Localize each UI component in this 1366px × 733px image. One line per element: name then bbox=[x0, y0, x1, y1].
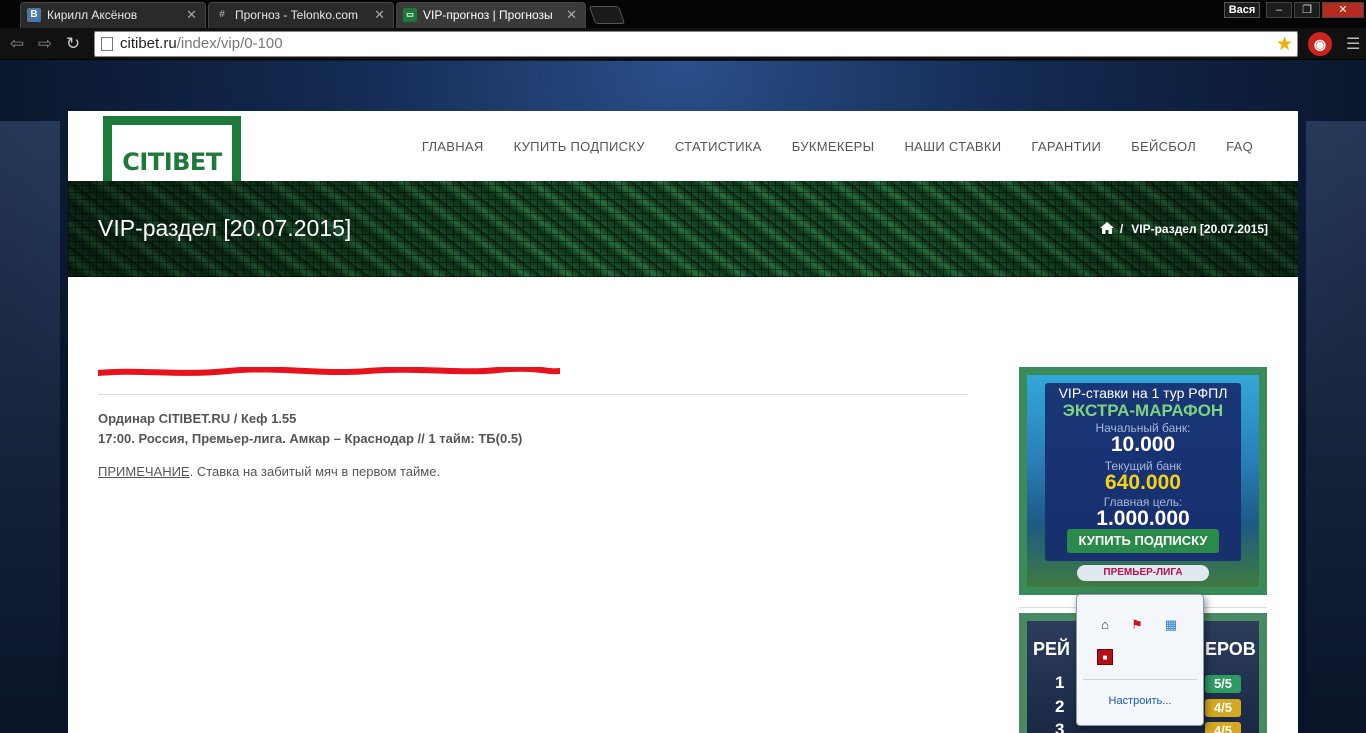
vk-icon: В bbox=[27, 8, 41, 22]
close-tab-icon[interactable]: ✕ bbox=[186, 3, 197, 27]
rating-rank: 2 bbox=[1055, 697, 1065, 716]
new-tab-button[interactable] bbox=[588, 6, 626, 24]
tab-citibet[interactable]: ▭ VIP-прогноз | Прогнозы ✕ bbox=[396, 2, 586, 28]
ad-start-value: 10.000 bbox=[1110, 433, 1176, 456]
restore-icon[interactable]: ❐ bbox=[1294, 2, 1320, 18]
sidebar-ad-marathon[interactable]: VIP-ставки на 1 тур РФПЛ ЭКСТРА-МАРАФОН … bbox=[1019, 367, 1267, 595]
rating-score: 5/5 bbox=[1205, 675, 1241, 693]
rating-head-left: РЕЙ bbox=[1033, 639, 1070, 659]
ad-goal-value: 1.000.000 bbox=[1096, 507, 1190, 530]
back-icon[interactable]: ⇦ bbox=[6, 33, 28, 55]
address-bar[interactable]: citibet.ru/index/vip/0-100 ★ bbox=[94, 31, 1298, 57]
close-tab-icon[interactable]: ✕ bbox=[374, 3, 385, 27]
address-url: citibet.ru/index/vip/0-100 bbox=[120, 35, 283, 52]
app-tray-icon[interactable]: ■ bbox=[1097, 649, 1113, 665]
tab-title: Кирилл Аксёнов bbox=[47, 8, 138, 22]
close-window-icon[interactable]: ✕ bbox=[1322, 2, 1364, 18]
hash-icon: # bbox=[219, 9, 225, 20]
flag-error-icon[interactable]: ⚑ bbox=[1129, 617, 1145, 633]
page-icon bbox=[101, 37, 113, 51]
match-line: 17:00. Россия, Премьер-лига. Амкар – Кра… bbox=[98, 431, 523, 446]
tab-title: VIP-прогноз | Прогнозы bbox=[423, 8, 553, 22]
divider bbox=[98, 394, 968, 395]
profile-button[interactable]: Вася bbox=[1224, 2, 1260, 18]
tab-telonko[interactable]: # Прогноз - Telonko.com ✕ bbox=[208, 2, 394, 28]
customize-link[interactable]: Настроить... bbox=[1077, 695, 1203, 707]
bookmark-star-icon[interactable]: ★ bbox=[1276, 33, 1293, 56]
note-text: . Ставка на забитый мяч в первом тайме. bbox=[189, 464, 441, 479]
redacted-scribble bbox=[98, 367, 560, 376]
network-icon[interactable]: ▦ bbox=[1163, 617, 1179, 633]
ad-current-value: 640.000 bbox=[1105, 471, 1181, 494]
adblock-extension-icon[interactable]: ◉ bbox=[1308, 32, 1332, 56]
minimize-icon[interactable]: – bbox=[1266, 2, 1292, 18]
close-tab-icon[interactable]: ✕ bbox=[566, 3, 577, 27]
browser-toolbar: ⇦ ⇨ ↻ citibet.ru/index/vip/0-100 ★ ◉ ☰ bbox=[0, 28, 1366, 60]
browser-tab-bar: В Кирилл Аксёнов ✕ # Прогноз - Telonko.c… bbox=[0, 0, 1366, 28]
bet-type: Ординар CITIBET.RU / Кеф 1.55 bbox=[98, 411, 297, 426]
ad-subtitle: ЭКСТРА-МАРАФОН bbox=[1062, 401, 1224, 420]
rating-head-right: ЕРОВ bbox=[1205, 639, 1256, 659]
forward-icon[interactable]: ⇨ bbox=[34, 33, 56, 55]
ad-buy-button[interactable]: КУПИТЬ ПОДПИСКУ bbox=[1067, 529, 1219, 553]
home-tray-icon[interactable]: ⌂ bbox=[1097, 617, 1113, 633]
tray-separator bbox=[1083, 679, 1197, 680]
tab-vk[interactable]: В Кирилл Аксёнов ✕ bbox=[20, 2, 206, 28]
menu-icon[interactable]: ☰ bbox=[1346, 34, 1360, 54]
citibet-icon: ▭ bbox=[403, 8, 417, 22]
note-label: ПРИМЕЧАНИЕ bbox=[98, 464, 190, 479]
tray-overflow-popup: ⌂ ⚑ ▦ ■ Настроить... bbox=[1076, 594, 1204, 726]
tab-title: Прогноз - Telonko.com bbox=[235, 8, 359, 22]
note: ПРИМЕЧАНИЕ. Ставка на забитый мяч в перв… bbox=[98, 464, 440, 479]
reload-icon[interactable]: ↻ bbox=[62, 33, 84, 55]
ad-headline: VIP-ставки на 1 тур РФПЛ bbox=[1058, 385, 1228, 401]
rating-rank: 3 bbox=[1055, 720, 1065, 733]
ad-league-badge: ПРЕМЬЕР-ЛИГА bbox=[1077, 565, 1209, 581]
rating-score: 4/5 bbox=[1205, 699, 1241, 717]
rating-score: 4/5 bbox=[1205, 722, 1241, 733]
rating-rank: 1 bbox=[1055, 673, 1065, 692]
